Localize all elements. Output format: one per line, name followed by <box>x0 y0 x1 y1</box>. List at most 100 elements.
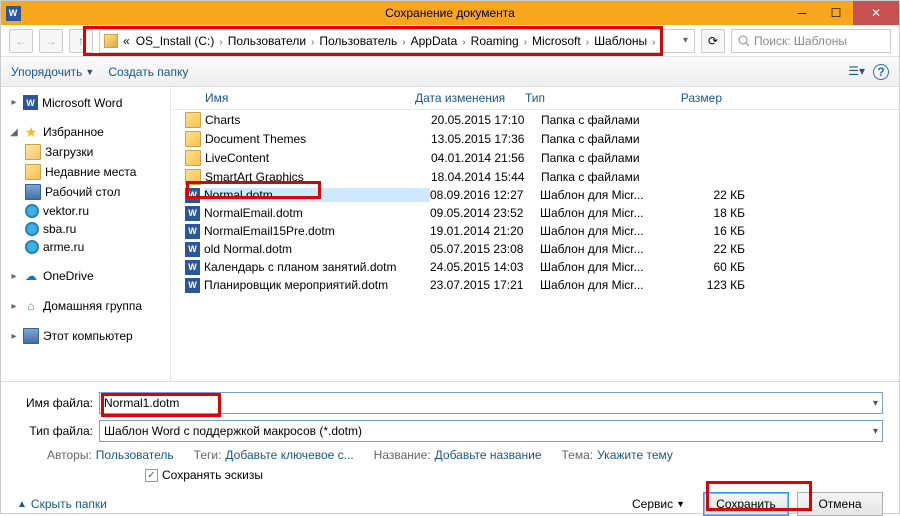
maximize-icon[interactable]: ☐ <box>819 1 853 25</box>
new-folder-button[interactable]: Создать папку <box>108 65 188 79</box>
forward-button[interactable]: → <box>39 29 63 53</box>
cell-date: 19.01.2014 21:20 <box>430 224 540 238</box>
theme-label: Тема: <box>562 448 594 462</box>
cell-type: Шаблон для Micr... <box>540 242 675 256</box>
sidebar-item[interactable]: Недавние места <box>7 162 170 182</box>
sidebar-item-word[interactable]: ▸WMicrosoft Word <box>7 93 170 112</box>
sidebar-item[interactable]: vektor.ru <box>7 202 170 220</box>
save-button[interactable]: Сохранить <box>703 492 789 516</box>
cell-name: NormalEmail15Pre.dotm <box>204 224 430 238</box>
table-row[interactable]: WNormalEmail.dotm09.05.2014 23:52Шаблон … <box>171 204 899 222</box>
chevron-right-icon[interactable]: › <box>460 37 467 48</box>
table-row[interactable]: WПланировщик мероприятий.dotm23.07.2015 … <box>171 276 899 294</box>
tools-menu[interactable]: Сервис▼ <box>632 497 685 511</box>
crumb[interactable]: Шаблоны <box>591 34 650 48</box>
dotm-icon: W <box>185 224 200 239</box>
item-icon <box>25 240 39 254</box>
sidebar-item-homegroup[interactable]: ▸⌂Домашняя группа <box>7 296 170 316</box>
filetype-select[interactable]: Шаблон Word с поддержкой макросов (*.dot… <box>99 420 883 442</box>
cell-name: NormalEmail.dotm <box>204 206 430 220</box>
organize-menu[interactable]: Упорядочить▼ <box>11 65 94 79</box>
chevron-right-icon[interactable]: › <box>217 37 224 48</box>
view-options-icon[interactable]: ☰▾ <box>848 64 865 80</box>
table-row[interactable]: WКалендарь с планом занятий.dotm24.05.20… <box>171 258 899 276</box>
refresh-button[interactable]: ⟳ <box>701 29 725 53</box>
cell-size: 22 КБ <box>675 242 745 256</box>
back-button[interactable]: ← <box>9 29 33 53</box>
search-icon <box>738 35 750 47</box>
window-title: Сохранение документа <box>1 6 899 20</box>
up-button[interactable]: ↑ <box>69 29 93 53</box>
authors-value[interactable]: Пользователь <box>96 448 174 462</box>
cell-name: Календарь с планом занятий.dotm <box>204 260 430 274</box>
title-label: Название: <box>374 448 431 462</box>
search-input[interactable]: Поиск: Шаблоны <box>731 29 891 53</box>
cell-date: 08.09.2016 12:27 <box>430 188 540 202</box>
tags-value[interactable]: Добавьте ключевое с... <box>225 448 353 462</box>
sidebar-item[interactable]: Загрузки <box>7 142 170 162</box>
cell-date: 23.07.2015 17:21 <box>430 278 540 292</box>
crumb[interactable]: Microsoft <box>529 34 584 48</box>
title-value[interactable]: Добавьте название <box>435 448 542 462</box>
dotm-icon: W <box>185 242 200 257</box>
folder-icon <box>104 34 118 48</box>
sidebar-favorites-header[interactable]: ◢★Избранное <box>7 122 170 142</box>
folder-icon <box>185 131 201 147</box>
sidebar-item[interactable]: arme.ru <box>7 238 170 256</box>
sidebar[interactable]: ▸WMicrosoft Word ◢★Избранное ЗагрузкиНед… <box>1 87 171 381</box>
crumb[interactable]: Пользователь <box>316 34 400 48</box>
chevron-right-icon[interactable]: › <box>522 37 529 48</box>
sidebar-item-thispc[interactable]: ▸Этот компьютер <box>7 326 170 346</box>
help-icon[interactable]: ? <box>873 64 889 80</box>
cell-name: Charts <box>205 113 431 127</box>
table-row[interactable]: Charts20.05.2015 17:10Папка с файлами <box>171 110 899 129</box>
col-type[interactable]: Тип <box>525 91 660 105</box>
table-row[interactable]: WNormal.dotm08.09.2016 12:27Шаблон для M… <box>171 186 899 204</box>
table-row[interactable]: LiveContent04.01.2014 21:56Папка с файла… <box>171 148 899 167</box>
folder-icon <box>185 169 201 185</box>
table-row[interactable]: Wold Normal.dotm05.07.2015 23:08Шаблон д… <box>171 240 899 258</box>
hide-folders-link[interactable]: ▲Скрыть папки <box>17 497 107 511</box>
file-list[interactable]: Имя Дата изменения Тип Размер Charts20.0… <box>171 87 899 381</box>
command-bar: Упорядочить▼ Создать папку ☰▾ ? <box>1 57 899 87</box>
chevron-right-icon[interactable]: › <box>584 37 591 48</box>
chevron-right-icon[interactable]: › <box>400 37 407 48</box>
dotm-icon: W <box>185 260 200 275</box>
table-row[interactable]: Document Themes13.05.2015 17:36Папка с ф… <box>171 129 899 148</box>
col-date[interactable]: Дата изменения <box>415 91 525 105</box>
folder-icon <box>185 150 201 166</box>
cell-date: 04.01.2014 21:56 <box>431 151 541 165</box>
authors-label: Авторы: <box>47 448 92 462</box>
cell-date: 09.05.2014 23:52 <box>430 206 540 220</box>
item-icon <box>25 184 41 200</box>
crumb[interactable]: Roaming <box>468 34 522 48</box>
address-bar[interactable]: « OS_Install (C:)›Пользователи›Пользоват… <box>99 29 695 53</box>
cell-size: 60 КБ <box>675 260 745 274</box>
history-chevron-icon[interactable]: ▾ <box>681 35 690 46</box>
sidebar-item[interactable]: sba.ru <box>7 220 170 238</box>
sidebar-item[interactable]: Рабочий стол <box>7 182 170 202</box>
table-row[interactable]: SmartArt Graphics18.04.2014 15:44Папка с… <box>171 167 899 186</box>
cell-type: Папка с файлами <box>541 132 676 146</box>
col-size[interactable]: Размер <box>660 91 730 105</box>
minimize-icon[interactable]: ─ <box>785 1 819 25</box>
crumb[interactable]: OS_Install (C:) <box>133 34 218 48</box>
cancel-button[interactable]: Отмена <box>797 492 883 516</box>
chevron-right-icon[interactable]: › <box>650 37 657 48</box>
crumb[interactable]: Пользователи <box>225 34 309 48</box>
filename-input[interactable]: Normal1.dotm▾ <box>99 392 883 414</box>
col-name[interactable]: Имя <box>205 91 415 105</box>
crumb[interactable]: AppData <box>408 34 461 48</box>
cell-type: Папка с файлами <box>541 170 676 184</box>
close-icon[interactable]: ✕ <box>853 1 899 25</box>
column-headers[interactable]: Имя Дата изменения Тип Размер <box>171 87 899 110</box>
crumb-prefix: « <box>120 34 133 48</box>
nav-bar: ← → ↑ « OS_Install (C:)›Пользователи›Пол… <box>1 25 899 57</box>
sidebar-item-onedrive[interactable]: ▸☁OneDrive <box>7 266 170 286</box>
save-thumbnail-checkbox[interactable]: ✓ <box>145 469 158 482</box>
cell-date: 20.05.2015 17:10 <box>431 113 541 127</box>
cell-type: Шаблон для Micr... <box>540 188 675 202</box>
theme-value[interactable]: Укажите тему <box>597 448 673 462</box>
cell-size: 16 КБ <box>675 224 745 238</box>
table-row[interactable]: WNormalEmail15Pre.dotm19.01.2014 21:20Ша… <box>171 222 899 240</box>
